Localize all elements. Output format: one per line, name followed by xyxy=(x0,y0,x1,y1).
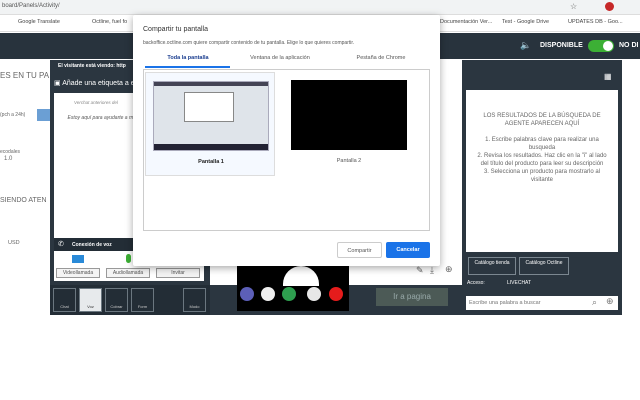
search-input[interactable] xyxy=(466,296,586,310)
star-icon[interactable]: ☆ xyxy=(570,2,577,11)
tab-chrome-tab[interactable]: Pestaña de Chrome xyxy=(331,55,431,61)
video-call-button[interactable]: Videollamada xyxy=(56,268,100,278)
bg-stat-value: 1.0 xyxy=(4,156,13,162)
record-icon[interactable] xyxy=(261,287,275,301)
tool-cobrar[interactable]: Cobrar xyxy=(105,288,128,312)
add-tag-button[interactable]: ▣ Añade una etiqueta a e xyxy=(54,79,135,87)
microphone-icon xyxy=(126,254,131,263)
screen-option-1[interactable]: Pantalla 1 xyxy=(145,72,275,176)
active-tab-indicator xyxy=(145,66,230,68)
status-label: DISPONIBLE xyxy=(540,42,583,49)
tab-application-window[interactable]: Ventana de la aplicación xyxy=(230,55,330,61)
bookmark-test-drive[interactable]: Test - Google Drive xyxy=(502,19,549,25)
dialog-title: Compartir tu pantalla xyxy=(143,26,208,33)
access-value: LIVECHAT xyxy=(507,280,532,286)
screen-picker: Pantalla 1 Pantalla 2 xyxy=(143,69,430,231)
bookmark-updates-db[interactable]: UPDATES DB - Goo... xyxy=(568,19,623,25)
screen-2-label: Pantalla 2 xyxy=(336,158,362,164)
pencil-icon[interactable]: ✎ xyxy=(416,265,424,276)
phone-icon: ✆ xyxy=(58,241,64,248)
hang-up-icon[interactable] xyxy=(329,287,343,301)
video-call-window xyxy=(237,266,349,311)
invite-button[interactable]: Invitar xyxy=(156,268,200,278)
camera-off-icon[interactable] xyxy=(307,287,321,301)
audio-call-button[interactable]: Audiollamada xyxy=(106,268,150,278)
tool-form[interactable]: Form xyxy=(131,288,154,312)
bg-currency[interactable]: USD xyxy=(8,240,20,246)
tool-chat[interactable]: Chat xyxy=(53,288,76,312)
results-heading: LOS RESULTADOS DE LA BÚSQUEDA DE AGENTE … xyxy=(483,113,601,127)
speaker-icon[interactable]: 🔈 xyxy=(520,40,531,51)
product-search-panel: ▦ LOS RESULTADOS DE LA BÚSQUEDA DE AGENT… xyxy=(462,60,622,315)
add-tag-label: Añade una etiqueta a e xyxy=(62,80,135,87)
grid-view-icon[interactable]: ▦ xyxy=(604,72,612,81)
catalog-octline-button[interactable]: Catálogo Octline xyxy=(519,257,569,275)
tag-icon: ▣ xyxy=(54,80,63,87)
extension-icon[interactable] xyxy=(605,2,614,11)
availability-toggle[interactable] xyxy=(588,40,614,52)
avatar xyxy=(283,266,319,286)
browser-url-bar[interactable]: board/Panels/Activity/ ☆ xyxy=(0,0,640,15)
screen-1-label: Pantalla 1 xyxy=(198,159,224,165)
bg-stat-label: ecodales xyxy=(0,149,21,155)
screen-2-thumbnail xyxy=(291,80,407,150)
left-toolbar: Chat Voz Cobrar Form Modo xyxy=(50,285,210,315)
zoom-icon[interactable]: ⊕ xyxy=(606,296,614,307)
zoom-in-icon[interactable]: ⊕ xyxy=(445,264,453,275)
tool-transfer[interactable] xyxy=(157,288,180,312)
video-camera-icon xyxy=(72,255,84,263)
step-3: 3. Selecciona un producto para mostrarlo… xyxy=(483,169,601,183)
search-icon[interactable]: ⌕ xyxy=(592,297,597,308)
catalog-store-button[interactable]: Catálogo tienda xyxy=(468,257,516,275)
visitor-viewing-label: El visitante está viendo: http xyxy=(58,63,126,69)
screen-share-icon[interactable] xyxy=(240,287,254,301)
bookmark-documentacion[interactable]: Documentación Ver... xyxy=(440,19,492,25)
product-search: ⌕ ⊕ xyxy=(466,296,618,310)
screen-option-2[interactable]: Pantalla 2 xyxy=(284,72,414,176)
bg-tag: (pch a 24h) xyxy=(0,112,26,118)
tool-voice[interactable]: Voz xyxy=(79,288,102,312)
bookmark-octline[interactable]: Octline, fuel fo xyxy=(92,19,127,25)
cancel-button[interactable]: Cancelar xyxy=(386,242,430,258)
tool-mode[interactable]: Modo xyxy=(183,288,206,312)
url-text[interactable]: board/Panels/Activity/ xyxy=(2,3,60,9)
mic-button-icon[interactable] xyxy=(282,287,296,301)
access-label: Acceso: xyxy=(467,280,485,286)
bookmark-google-translate[interactable]: Google Translate xyxy=(18,19,60,25)
dialog-subtitle: backoffice.octline.com quiere compartir … xyxy=(143,40,355,46)
status-off-label: NO DI xyxy=(619,42,639,49)
bg-heading: ES EN TU PA xyxy=(0,71,50,80)
screen-1-thumbnail xyxy=(153,81,269,151)
step-2: 2. Revisa los resultados. Haz clic en la… xyxy=(477,153,607,167)
bg-section: SIENDO ATEN xyxy=(0,197,47,204)
share-button[interactable]: Compartir xyxy=(337,242,382,258)
search-results: LOS RESULTADOS DE LA BÚSQUEDA DE AGENTE … xyxy=(466,90,618,252)
bg-button[interactable] xyxy=(37,109,50,121)
voice-label: Conexión de voz xyxy=(72,242,112,248)
download-icon[interactable]: ⤓ xyxy=(430,265,434,276)
background-page: ES EN TU PA (pch a 24h) ecodales 1.0 SIE… xyxy=(0,59,50,319)
tab-entire-screen[interactable]: Toda la pantalla xyxy=(138,55,238,61)
share-screen-dialog: Compartir tu pantalla backoffice.octline… xyxy=(133,15,440,266)
step-1: 1. Escribe palabras clave para realizar … xyxy=(485,137,599,151)
go-to-page-button[interactable]: Ir a pagina xyxy=(376,288,448,306)
system-message: Verchat anteriores del xyxy=(74,100,118,105)
